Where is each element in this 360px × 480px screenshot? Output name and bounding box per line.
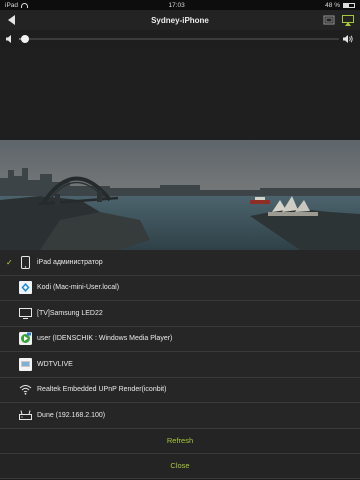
device-label: [TV]Samsung LED22 xyxy=(37,309,103,317)
device-label: Kodi (Mac-mini-User.local) xyxy=(37,284,120,292)
tv-icon xyxy=(18,306,32,320)
selected-checkmark-icon: ✓ xyxy=(6,257,13,267)
device-label: Realtek Embedded UPnP Render(iconbit) xyxy=(37,386,167,394)
refresh-button[interactable]: Refresh xyxy=(0,428,360,454)
device-row-kodi[interactable]: Kodi (Mac-mini-User.local) xyxy=(0,275,360,301)
kodi-icon xyxy=(18,281,32,295)
close-button[interactable]: Close xyxy=(0,453,360,479)
back-button[interactable] xyxy=(6,14,18,26)
volume-slider-thumb[interactable] xyxy=(21,35,30,43)
back-arrow-icon xyxy=(8,15,15,25)
volume-high-icon xyxy=(343,35,353,43)
device-row-wdtvlive[interactable]: WDTVLIVE xyxy=(0,352,360,378)
device-row-realtek[interactable]: Realtek Embedded UPnP Render(iconbit) xyxy=(0,377,360,403)
nav-actions xyxy=(323,14,354,26)
media-player-icon xyxy=(18,357,32,371)
airplay-icon xyxy=(342,14,354,26)
device-label: user (IDENSCHIK : Windows Media Player) xyxy=(37,335,173,343)
wifi-icon xyxy=(21,2,29,8)
sydney-harbour-image xyxy=(0,140,360,250)
refresh-label: Refresh xyxy=(166,436,194,445)
status-bar: iPad 17:03 48 % xyxy=(0,0,360,10)
wifi-icon xyxy=(18,383,32,397)
photo-preview xyxy=(0,140,360,250)
device-name: iPad xyxy=(5,1,19,9)
battery-icon xyxy=(343,2,355,8)
device-list: ✓ iPad администратор Kodi (Mac-mini-User… xyxy=(0,250,360,479)
device-row-windows-media-player[interactable]: user (IDENSCHIK : Windows Media Player) xyxy=(0,326,360,352)
device-label: iPad администратор xyxy=(37,258,103,266)
close-label: Close xyxy=(170,461,190,470)
volume-row xyxy=(0,30,360,48)
device-label: Dune (192.168.2.100) xyxy=(37,411,106,419)
device-row-samsung-tv[interactable]: [TV]Samsung LED22 xyxy=(0,301,360,327)
screen-icon xyxy=(323,15,335,25)
ipad-icon xyxy=(18,255,32,269)
volume-low-icon xyxy=(6,35,11,43)
status-time: 17:03 xyxy=(168,1,185,9)
status-right: 48 % xyxy=(325,2,355,9)
volume-slider[interactable] xyxy=(19,35,339,43)
page-title: Sydney-iPhone xyxy=(151,15,209,25)
device-row-ipad[interactable]: ✓ iPad администратор xyxy=(0,250,360,276)
windows-media-player-icon xyxy=(18,332,32,346)
router-icon xyxy=(18,408,32,422)
status-left: iPad xyxy=(5,1,29,9)
device-row-dune[interactable]: Dune (192.168.2.100) xyxy=(0,403,360,429)
nav-bar: Sydney-iPhone xyxy=(0,10,360,30)
device-label: WDTVLIVE xyxy=(37,360,73,368)
screen-button[interactable] xyxy=(323,14,335,26)
airplay-button[interactable] xyxy=(342,14,354,26)
battery-percent: 48 % xyxy=(325,1,340,9)
playback-area xyxy=(0,48,360,140)
